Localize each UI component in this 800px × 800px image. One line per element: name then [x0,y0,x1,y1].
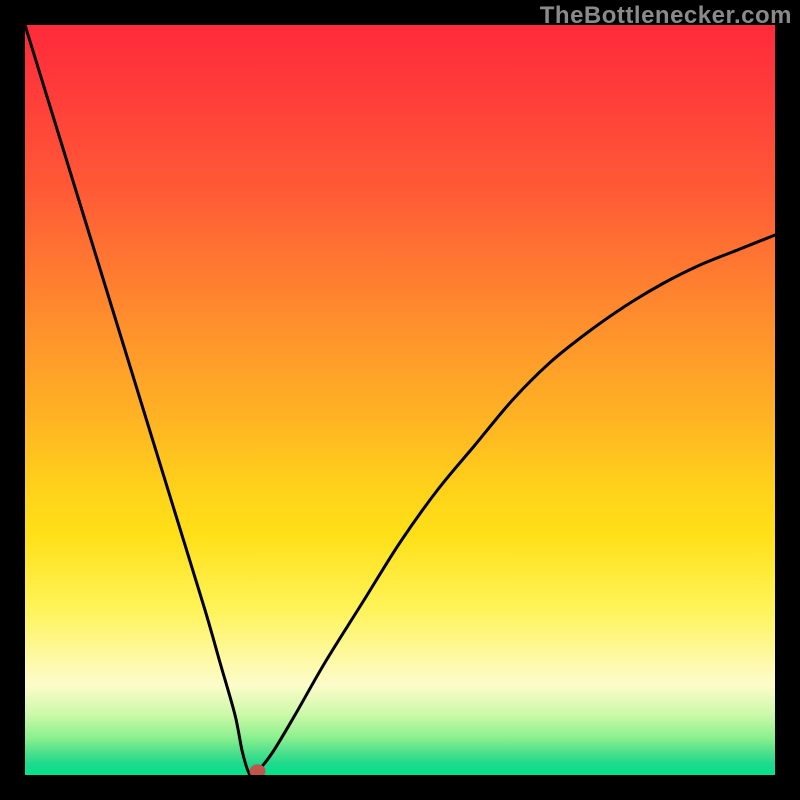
chart-frame: TheBottlenecker.com [0,0,800,800]
plot-area [25,25,775,775]
bottleneck-curve [25,25,775,775]
curve-layer [25,25,775,775]
